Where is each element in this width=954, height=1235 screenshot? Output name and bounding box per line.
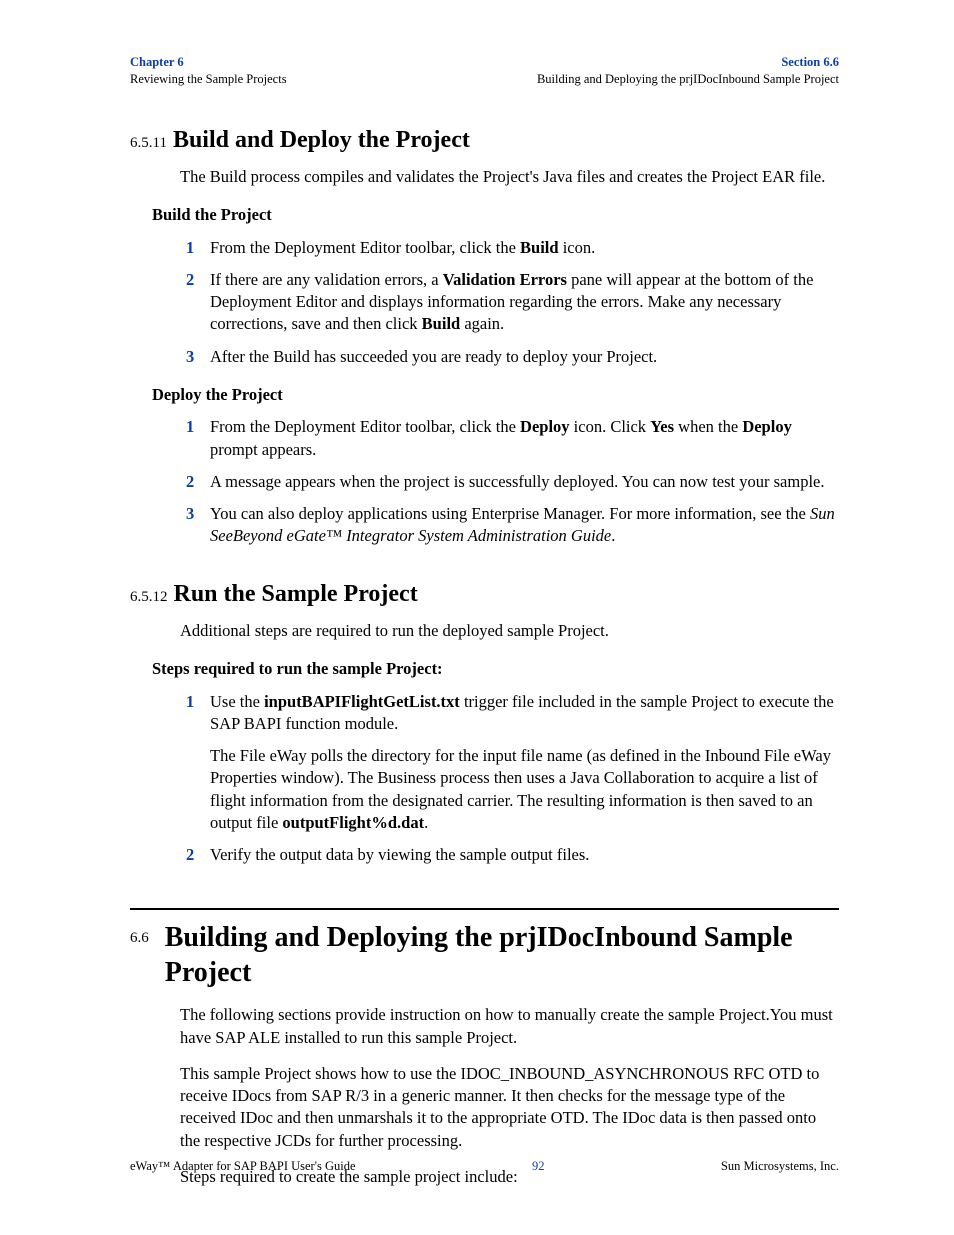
list-number: 1 [186, 416, 194, 438]
page-header: Chapter 6 Reviewing the Sample Projects … [130, 54, 839, 88]
build-step-2: 2 If there are any validation errors, a … [180, 269, 839, 336]
heading-num: 6.5.11 [130, 133, 167, 153]
heading-title: Build and Deploy the Project [173, 124, 470, 156]
run-steps-list: 1 Use the inputBAPIFlightGetList.txt tri… [180, 691, 839, 867]
intro-6-5-12: Additional steps are required to run the… [180, 620, 839, 642]
intro-6-5-11: The Build process compiles and validates… [180, 166, 839, 188]
list-number: 1 [186, 237, 194, 259]
heading-6-5-12: 6.5.12 Run the Sample Project [130, 578, 839, 610]
page-footer: eWay™ Adapter for SAP BAPI User's Guide … [130, 1158, 839, 1175]
run-step-1: 1 Use the inputBAPIFlightGetList.txt tri… [180, 691, 839, 835]
section-divider [130, 908, 839, 910]
heading-6-6: 6.6 Building and Deploying the prjIDocIn… [130, 920, 839, 990]
run-steps-heading: Steps required to run the sample Project… [152, 658, 839, 680]
list-number: 2 [186, 844, 194, 866]
p-6-6-1: The following sections provide instructi… [180, 1004, 839, 1049]
build-project-heading: Build the Project [152, 204, 839, 226]
heading-6-5-11: 6.5.11 Build and Deploy the Project [130, 124, 839, 156]
header-section: Section 6.6 [537, 54, 839, 71]
build-step-3: 3 After the Build has succeeded you are … [180, 346, 839, 368]
deploy-step-1: 1 From the Deployment Editor toolbar, cl… [180, 416, 839, 461]
footer-page-number: 92 [532, 1158, 545, 1175]
list-number: 3 [186, 346, 194, 368]
deploy-project-heading: Deploy the Project [152, 384, 839, 406]
run-step-1-para: The File eWay polls the directory for th… [210, 745, 839, 834]
header-chapter: Chapter 6 [130, 54, 287, 71]
list-number: 2 [186, 269, 194, 291]
heading-title: Building and Deploying the prjIDocInboun… [165, 920, 839, 990]
heading-title: Run the Sample Project [174, 578, 418, 610]
list-number: 3 [186, 503, 194, 525]
list-number: 2 [186, 471, 194, 493]
footer-right: Sun Microsystems, Inc. [721, 1158, 839, 1175]
deploy-steps-list: 1 From the Deployment Editor toolbar, cl… [180, 416, 839, 547]
deploy-step-3: 3 You can also deploy applications using… [180, 503, 839, 548]
heading-num: 6.6 [130, 928, 149, 948]
header-chapter-sub: Reviewing the Sample Projects [130, 71, 287, 88]
run-step-2: 2 Verify the output data by viewing the … [180, 844, 839, 866]
list-number: 1 [186, 691, 194, 713]
header-section-sub: Building and Deploying the prjIDocInboun… [537, 71, 839, 88]
build-step-1: 1 From the Deployment Editor toolbar, cl… [180, 237, 839, 259]
p-6-6-2: This sample Project shows how to use the… [180, 1063, 839, 1152]
deploy-step-2: 2 A message appears when the project is … [180, 471, 839, 493]
footer-left: eWay™ Adapter for SAP BAPI User's Guide [130, 1158, 356, 1175]
heading-num: 6.5.12 [130, 587, 168, 607]
build-steps-list: 1 From the Deployment Editor toolbar, cl… [180, 237, 839, 368]
